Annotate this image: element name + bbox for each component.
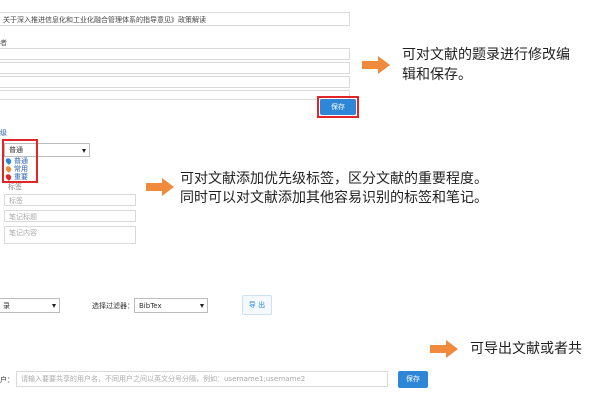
export-format-value: 录 [3, 302, 10, 310]
annotation-3: 可导出文献或者共 [470, 341, 582, 357]
source-field[interactable] [0, 62, 350, 74]
annotation-2-line1: 可对文献添加优先级标签，区分文献的重要程度。 [180, 171, 488, 187]
title-field-value: 关于深入推进信息化和工业化融合管理体系的指导意见》政策解读 [3, 16, 206, 24]
note-title-input[interactable]: 笔记标题 [4, 210, 136, 222]
annotation-1-line1: 可对文献的题录进行修改编 [402, 47, 570, 63]
abstract-field[interactable] [0, 90, 350, 100]
filter-select[interactable]: BibTex [134, 298, 208, 313]
arrow-icon-3 [430, 340, 458, 358]
arrow-icon-2 [146, 178, 174, 196]
filter-label: 选择过滤器： [92, 302, 134, 310]
share-user-label: 户： [0, 376, 14, 384]
priority-label: 级 [0, 129, 7, 137]
share-user-input[interactable]: 请输入要要共享的用户名，不同用户之间以英文分号分隔，例如：username1;u… [16, 371, 388, 387]
chevron-down-icon [82, 149, 86, 153]
filter-select-value: BibTex [139, 302, 162, 310]
export-format-select[interactable]: 录 [0, 298, 60, 313]
annotation-1-line2: 辑和保存。 [402, 67, 472, 83]
chevron-down-icon [52, 304, 56, 308]
keywords-field[interactable] [0, 76, 350, 88]
note-content-input[interactable]: 笔记内容 [4, 226, 136, 244]
chevron-down-icon [200, 304, 204, 308]
annotation-2-line2: 同时可以对文献添加其他容易识别的标签和笔记。 [180, 190, 488, 206]
author-label: 者 [0, 39, 7, 47]
arrow-icon-1 [362, 56, 390, 74]
title-field[interactable]: 关于深入推进信息化和工业化融合管理体系的指导意见》政策解读 [0, 12, 350, 26]
priority-highlight-box [2, 139, 38, 183]
author-field[interactable] [0, 48, 350, 60]
tags-label: 标签 [8, 183, 22, 191]
export-button-label: 导 出 [248, 301, 266, 309]
share-save-button[interactable]: 保存 [398, 371, 428, 388]
export-button[interactable]: 导 出 [242, 295, 272, 315]
save-highlight-box [317, 96, 359, 118]
tags-input[interactable]: 标签 [4, 194, 136, 206]
